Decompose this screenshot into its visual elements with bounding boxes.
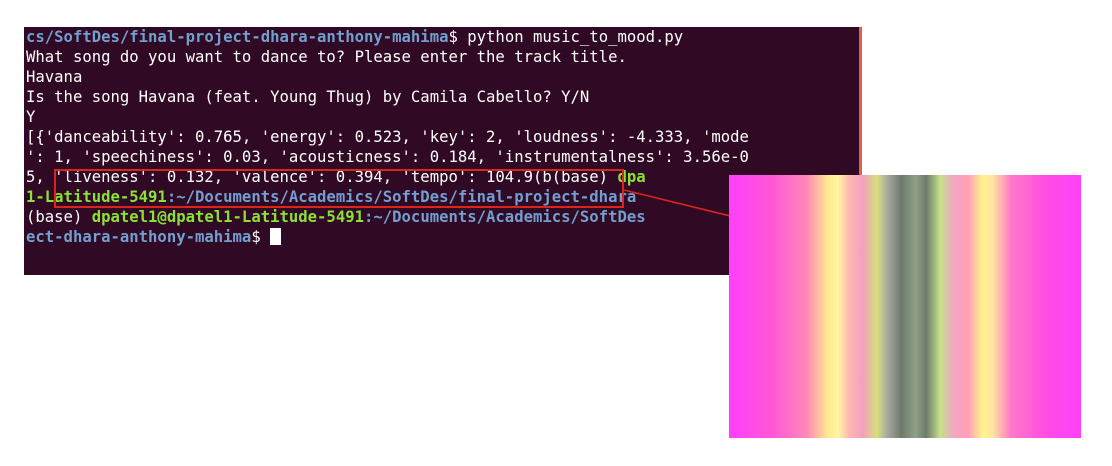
highlight-box <box>54 169 624 208</box>
prompt-path: cs/SoftDes/final-project-dhara-anthony-m… <box>26 28 449 46</box>
command-text: $ python music_to_mood.py <box>448 28 684 46</box>
terminal-line-11: ect-dhara-anthony-mahima$ <box>26 227 282 248</box>
color-bands <box>729 175 1081 438</box>
prompt-path: :~/Documents/Academics/SoftDes <box>363 208 646 226</box>
prompt-symbol: $ <box>251 228 271 246</box>
terminal-line-4: Is the song Havana (feat. Young Thug) by… <box>26 88 590 106</box>
mood-visualization-image <box>729 175 1081 438</box>
terminal-line-10: (base) dpatel1@dpatel1-Latitude-5491:~/D… <box>26 207 646 228</box>
terminal-line-5: Y <box>26 108 36 126</box>
terminal-line-2: What song do you want to dance to? Pleas… <box>26 48 627 66</box>
prompt-user: dpatel1@dpatel1-Latitude-5491 <box>91 208 364 226</box>
terminal-line-1: cs/SoftDes/final-project-dhara-anthony-m… <box>26 27 683 48</box>
terminal-line-7: ': 1, 'speechiness': 0.03, 'acousticness… <box>26 148 749 166</box>
prompt-env: (base) <box>26 208 92 226</box>
terminal-line-6: [{'danceability': 0.765, 'energy': 0.523… <box>26 128 749 146</box>
prompt-path: ect-dhara-anthony-mahima <box>26 228 252 246</box>
terminal-cursor[interactable] <box>270 228 282 245</box>
terminal-line-3: Havana <box>26 68 83 86</box>
